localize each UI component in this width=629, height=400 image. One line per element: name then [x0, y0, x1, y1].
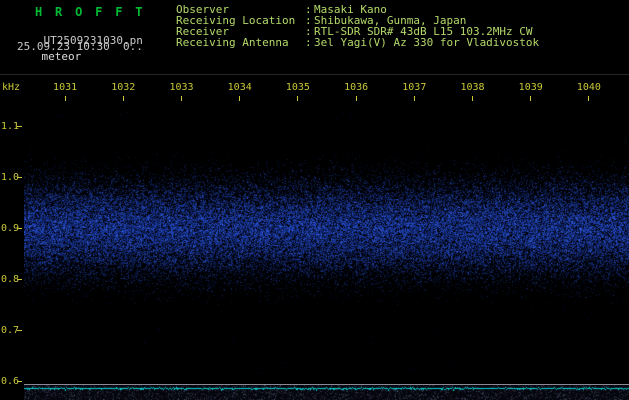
info-value: 3el Yagi(V) Az 330 for Vladivostok: [314, 36, 539, 49]
y-tick-mark: [17, 279, 22, 280]
x-tick-label: 1035: [269, 82, 327, 93]
x-tick-label: 1036: [327, 82, 385, 93]
x-tick-label: 1033: [152, 82, 210, 93]
x-tick-mark: [327, 96, 385, 101]
header-divider: [0, 74, 629, 75]
x-tick-mark: [94, 96, 152, 101]
x-tick-mark: [560, 96, 618, 101]
x-tick-mark: [152, 96, 210, 101]
signal-level-canvas: [24, 385, 629, 400]
y-tick-mark: [17, 126, 22, 127]
info-separator: :: [305, 37, 314, 48]
datetime-label: 25.09.23 10:30 0..: [17, 40, 143, 53]
station-info: Observer: Masaki Kano Receiving Location:…: [176, 4, 539, 48]
x-tick-mark: [36, 96, 94, 101]
spectrogram-canvas: [24, 106, 629, 382]
y-tick-mark: [17, 177, 22, 178]
x-tick-label: 1037: [385, 82, 443, 93]
x-tick-mark: [269, 96, 327, 101]
x-tick-mark: [443, 96, 501, 101]
info-row-antenna: Receiving Antenna:3el Yagi(V) Az 330 for…: [176, 37, 539, 48]
x-tick-mark: [385, 96, 443, 101]
y-tick-mark: [17, 381, 22, 382]
app-title: H R O F F T: [35, 5, 145, 19]
x-tick-label: 1032: [94, 82, 152, 93]
x-tick-label: 1040: [560, 82, 618, 93]
x-tick-label: 1031: [36, 82, 94, 93]
y-axis-unit-label: kHz: [2, 82, 20, 93]
x-tick-label: 1039: [502, 82, 560, 93]
y-tick-mark: [17, 330, 22, 331]
x-tick-mark: [211, 96, 269, 101]
x-tick-mark: [502, 96, 560, 101]
x-tick-label: 1034: [211, 82, 269, 93]
info-label: Receiving Antenna: [176, 37, 305, 48]
hrofft-window: H R O F F T UT2509231030.pn meteor 25.09…: [0, 0, 629, 400]
x-tick-label: 1038: [443, 82, 501, 93]
x-axis-tick-labels: 1031 1032 1033 1034 1035 1036 1037 1038 …: [36, 82, 618, 93]
y-tick-mark: [17, 228, 22, 229]
x-axis-tick-marks: [36, 96, 618, 101]
signal-level-strip: [24, 384, 629, 400]
